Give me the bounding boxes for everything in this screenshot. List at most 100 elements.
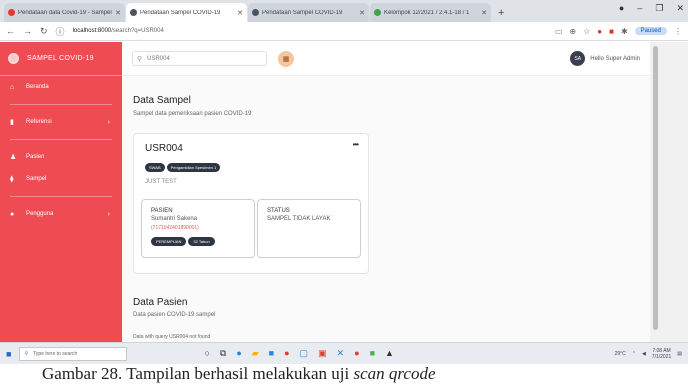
sidebar-item-sampel[interactable]: ⧫ Sampel bbox=[0, 168, 122, 190]
user-menu[interactable]: SA Hello Super Admin bbox=[570, 51, 640, 66]
puzzle-icon[interactable]: ✱ bbox=[621, 27, 628, 36]
sample-card: USR004 ••• SWAB Pengambilan Spesimen 1 J… bbox=[133, 133, 369, 274]
search-input[interactable]: ⚲ USR004 bbox=[132, 51, 267, 66]
folder-icon[interactable]: ▰ bbox=[252, 348, 259, 359]
zoom-icon[interactable]: ⊕ bbox=[569, 27, 576, 36]
address-bar: ← → ↻ ⓘ localhost:8000/search?q=USR004 ▭… bbox=[0, 22, 688, 41]
app-topbar: ⚲ USR004 ▦ SA Hello Super Admin bbox=[122, 42, 650, 76]
age-badge: 32 Tahun bbox=[188, 237, 215, 246]
maximize-icon[interactable]: ❐ bbox=[655, 3, 663, 14]
profile-button[interactable]: Paused bbox=[634, 27, 667, 35]
taskbar-search-input[interactable]: ⚲ Type here to search bbox=[19, 346, 128, 361]
sidebar-item-pengguna[interactable]: ● Pengguna › bbox=[0, 203, 122, 225]
taskbar-search-placeholder: Type here to search bbox=[33, 350, 78, 357]
close-window-icon[interactable]: ✕ bbox=[676, 3, 684, 14]
sidebar-item-label: Sampel bbox=[26, 176, 47, 182]
new-tab-button[interactable]: + bbox=[492, 7, 510, 22]
cast-icon[interactable]: ▭ bbox=[555, 27, 563, 36]
users-icon: ● bbox=[10, 210, 15, 218]
brand-name: SAMPEL COVID-19 bbox=[27, 55, 94, 62]
search-icon: ⚲ bbox=[137, 55, 143, 63]
close-icon[interactable]: ✕ bbox=[237, 9, 243, 17]
window-controls: ● – ❐ ✕ bbox=[619, 3, 684, 14]
main-content: Data Sampel Sampel data pemeriksaan pasi… bbox=[122, 77, 650, 342]
scrollbar[interactable] bbox=[650, 42, 688, 342]
star-icon[interactable]: ☆ bbox=[583, 27, 590, 36]
sidebar-item-beranda[interactable]: ⌂ Beranda bbox=[0, 76, 122, 98]
close-icon[interactable]: ✕ bbox=[481, 9, 487, 17]
status-value: SAMPEL TIDAK LAYAK bbox=[267, 216, 331, 222]
browser-tab-active[interactable]: Pendataan Sampel COVID-19 ✕ bbox=[126, 3, 247, 22]
patient-chips: PEREMPUAN 32 Tahun bbox=[151, 237, 215, 246]
status-box: STATUS SAMPEL TIDAK LAYAK bbox=[257, 199, 361, 258]
sidebar-item-label: Beranda bbox=[26, 84, 49, 90]
section-subtitle: Data pasien COVID-19 sampel bbox=[133, 312, 216, 318]
tab-title: Pendataan Sampel COVID-19 bbox=[140, 9, 221, 16]
sidebar-divider bbox=[10, 196, 112, 197]
close-icon[interactable]: ✕ bbox=[359, 9, 365, 17]
app-icon[interactable]: ● bbox=[354, 348, 359, 359]
chevron-right-icon: › bbox=[107, 210, 110, 218]
edge-icon[interactable]: ● bbox=[236, 348, 241, 359]
brand[interactable]: SAMPEL COVID-19 bbox=[0, 42, 122, 76]
status-label: STATUS bbox=[267, 208, 290, 214]
browser-tab[interactable]: Pendataan data Covid-19 - Sampel ✕ bbox=[4, 3, 125, 22]
notification-icon[interactable]: ▤ bbox=[677, 351, 682, 357]
temperature: 29°C bbox=[614, 350, 626, 357]
sample-test: JUST TEST bbox=[145, 179, 177, 185]
patient-label: PASIEN bbox=[151, 208, 173, 214]
close-icon[interactable]: ✕ bbox=[115, 9, 121, 17]
menu-icon[interactable]: ⋮ bbox=[674, 27, 682, 36]
qrcode-icon: ▦ bbox=[282, 55, 290, 63]
back-icon[interactable]: ← bbox=[6, 26, 15, 36]
app-icon[interactable]: ▣ bbox=[318, 348, 327, 359]
home-icon: ⌂ bbox=[10, 83, 15, 91]
sidebar: SAMPEL COVID-19 ⌂ Beranda ▮ Referensi › ♟ Pa… bbox=[0, 42, 122, 342]
clock-date: 7/1/2021 bbox=[651, 353, 672, 360]
photos-icon[interactable]: ▲ bbox=[385, 348, 394, 359]
app-icon[interactable]: ■ bbox=[370, 348, 375, 359]
clock[interactable]: 7:08 AM 7/1/2021 bbox=[652, 348, 671, 360]
sidebar-item-referensi[interactable]: ▮ Referensi › bbox=[0, 111, 122, 133]
volume-icon[interactable]: ◀ bbox=[642, 351, 646, 357]
system-tray: 29°C ⌃ ◀ 7:08 AM 7/1/2021 ▤ bbox=[615, 348, 682, 360]
qr-scan-button[interactable]: ▦ bbox=[278, 50, 294, 67]
scrollbar-thumb[interactable] bbox=[653, 46, 658, 330]
avatar: SA bbox=[570, 51, 586, 66]
more-options-icon[interactable]: ••• bbox=[353, 140, 359, 149]
extension-icon[interactable]: ■ bbox=[609, 27, 614, 36]
extension-icon[interactable]: ● bbox=[597, 27, 602, 36]
task-view-icon[interactable]: ⧉ bbox=[220, 348, 226, 359]
page-subtitle: Sampel data pemeriksaan pasien COVID-19 bbox=[133, 111, 252, 117]
cortana-icon[interactable]: ○ bbox=[204, 348, 209, 359]
tab-title: Kelompok 12/2021 / 2.4.1-18 / 1 bbox=[384, 9, 470, 16]
section-title: Data Pasien bbox=[133, 297, 188, 308]
chrome-icon[interactable]: ● bbox=[284, 348, 289, 359]
minimize-icon[interactable]: – bbox=[637, 3, 642, 14]
sidebar-item-pasien[interactable]: ♟ Pasien bbox=[0, 146, 122, 168]
url-host: localhost:8000 bbox=[72, 28, 112, 34]
store-icon[interactable]: ■ bbox=[269, 348, 274, 359]
favicon-icon bbox=[130, 9, 137, 16]
reload-icon[interactable]: ↻ bbox=[40, 26, 48, 37]
favicon-icon bbox=[252, 9, 259, 16]
url-field[interactable]: localhost:8000/search?q=USR004 bbox=[73, 28, 555, 34]
status-badge: Pengambilan Spesimen 1 bbox=[166, 163, 221, 172]
browser-tab[interactable]: Kelompok 12/2021 / 2.4.1-18 / 1 ✕ bbox=[370, 3, 491, 22]
site-info-icon[interactable]: ⓘ bbox=[56, 25, 65, 38]
app-icon[interactable]: ▢ bbox=[300, 348, 309, 359]
forward-icon[interactable]: → bbox=[23, 26, 32, 36]
search-value: USR004 bbox=[147, 55, 170, 62]
browser-tab[interactable]: Pendataan Sampel COVID-19 ✕ bbox=[248, 3, 369, 22]
record-icon[interactable]: ● bbox=[619, 3, 624, 14]
caption-text: Gambar 28. Tampilan berhasil melakukan u… bbox=[42, 364, 354, 383]
tab-title: Pendataan data Covid-19 - Sampel bbox=[18, 9, 112, 16]
vscode-icon[interactable]: ✕ bbox=[337, 348, 345, 359]
url-path: /search?q=USR004 bbox=[111, 28, 164, 34]
person-icon: ♟ bbox=[10, 154, 17, 161]
network-icon[interactable]: ⌃ bbox=[632, 351, 636, 357]
sidebar-item-label: Referensi bbox=[26, 119, 52, 125]
windows-start-icon[interactable]: ■ bbox=[6, 349, 11, 359]
page-title: Data Sampel bbox=[133, 95, 191, 106]
clock-time: 7:08 AM bbox=[652, 347, 671, 354]
